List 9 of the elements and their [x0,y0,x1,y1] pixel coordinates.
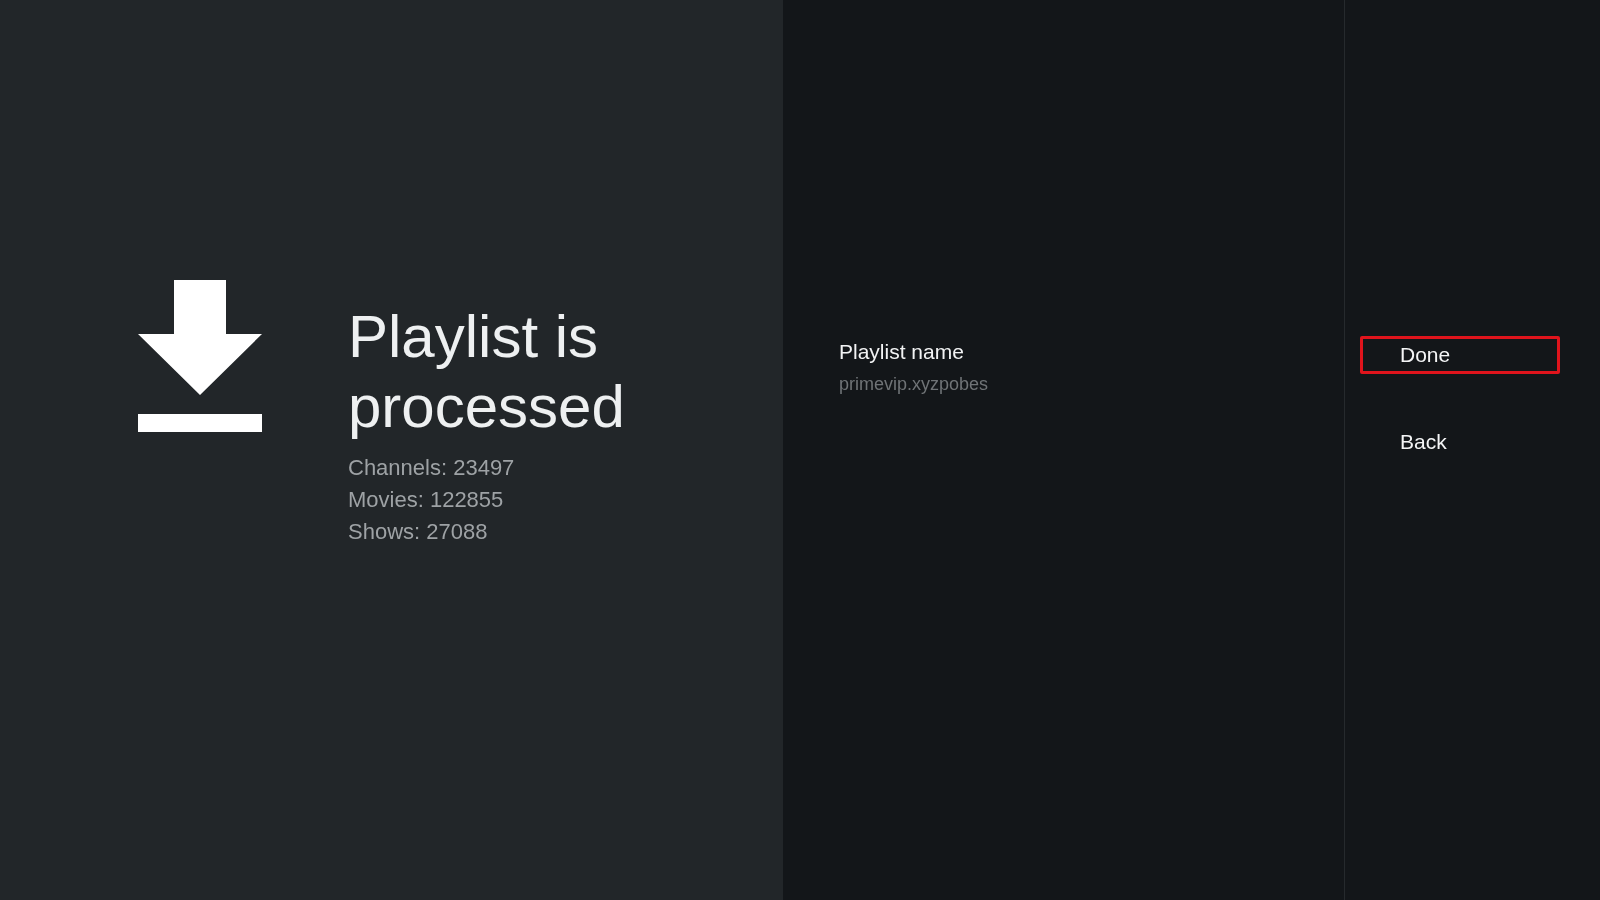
action-button[interactable]: Back [1360,423,1560,461]
stat-text: Movies: 122855 [348,486,505,514]
field-value: primevip.xyzpobes [839,373,990,396]
stat-text: Channels: 23497 [348,454,516,482]
download-icon [138,280,262,432]
action-button[interactable]: Done [1360,336,1560,374]
status-title: Playlist is processed [348,302,626,442]
field-label: Playlist name [839,339,965,365]
stat-text: Shows: 27088 [348,518,489,546]
